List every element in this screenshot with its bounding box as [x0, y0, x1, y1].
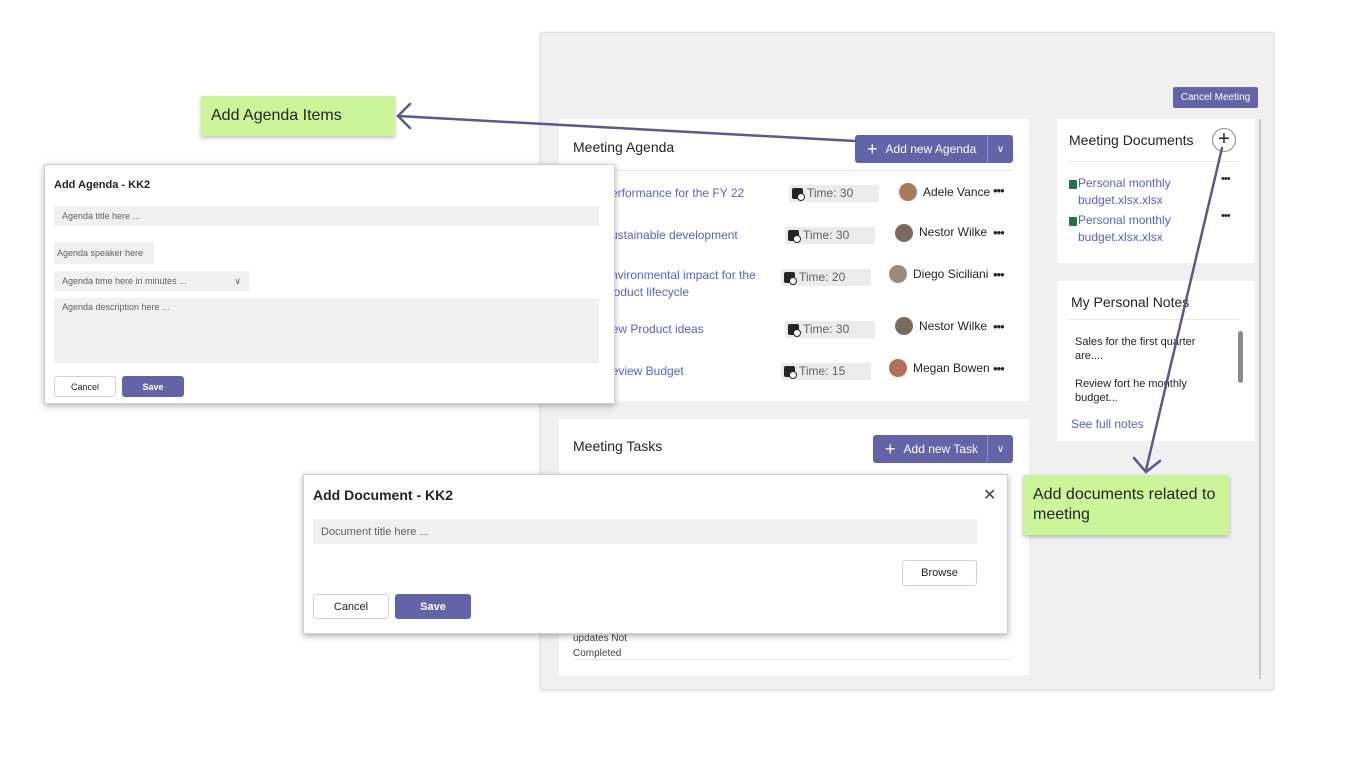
documents-arrow-line	[1144, 146, 1224, 472]
callout-arrows	[396, 102, 1224, 474]
agenda-arrow-line	[396, 114, 857, 143]
